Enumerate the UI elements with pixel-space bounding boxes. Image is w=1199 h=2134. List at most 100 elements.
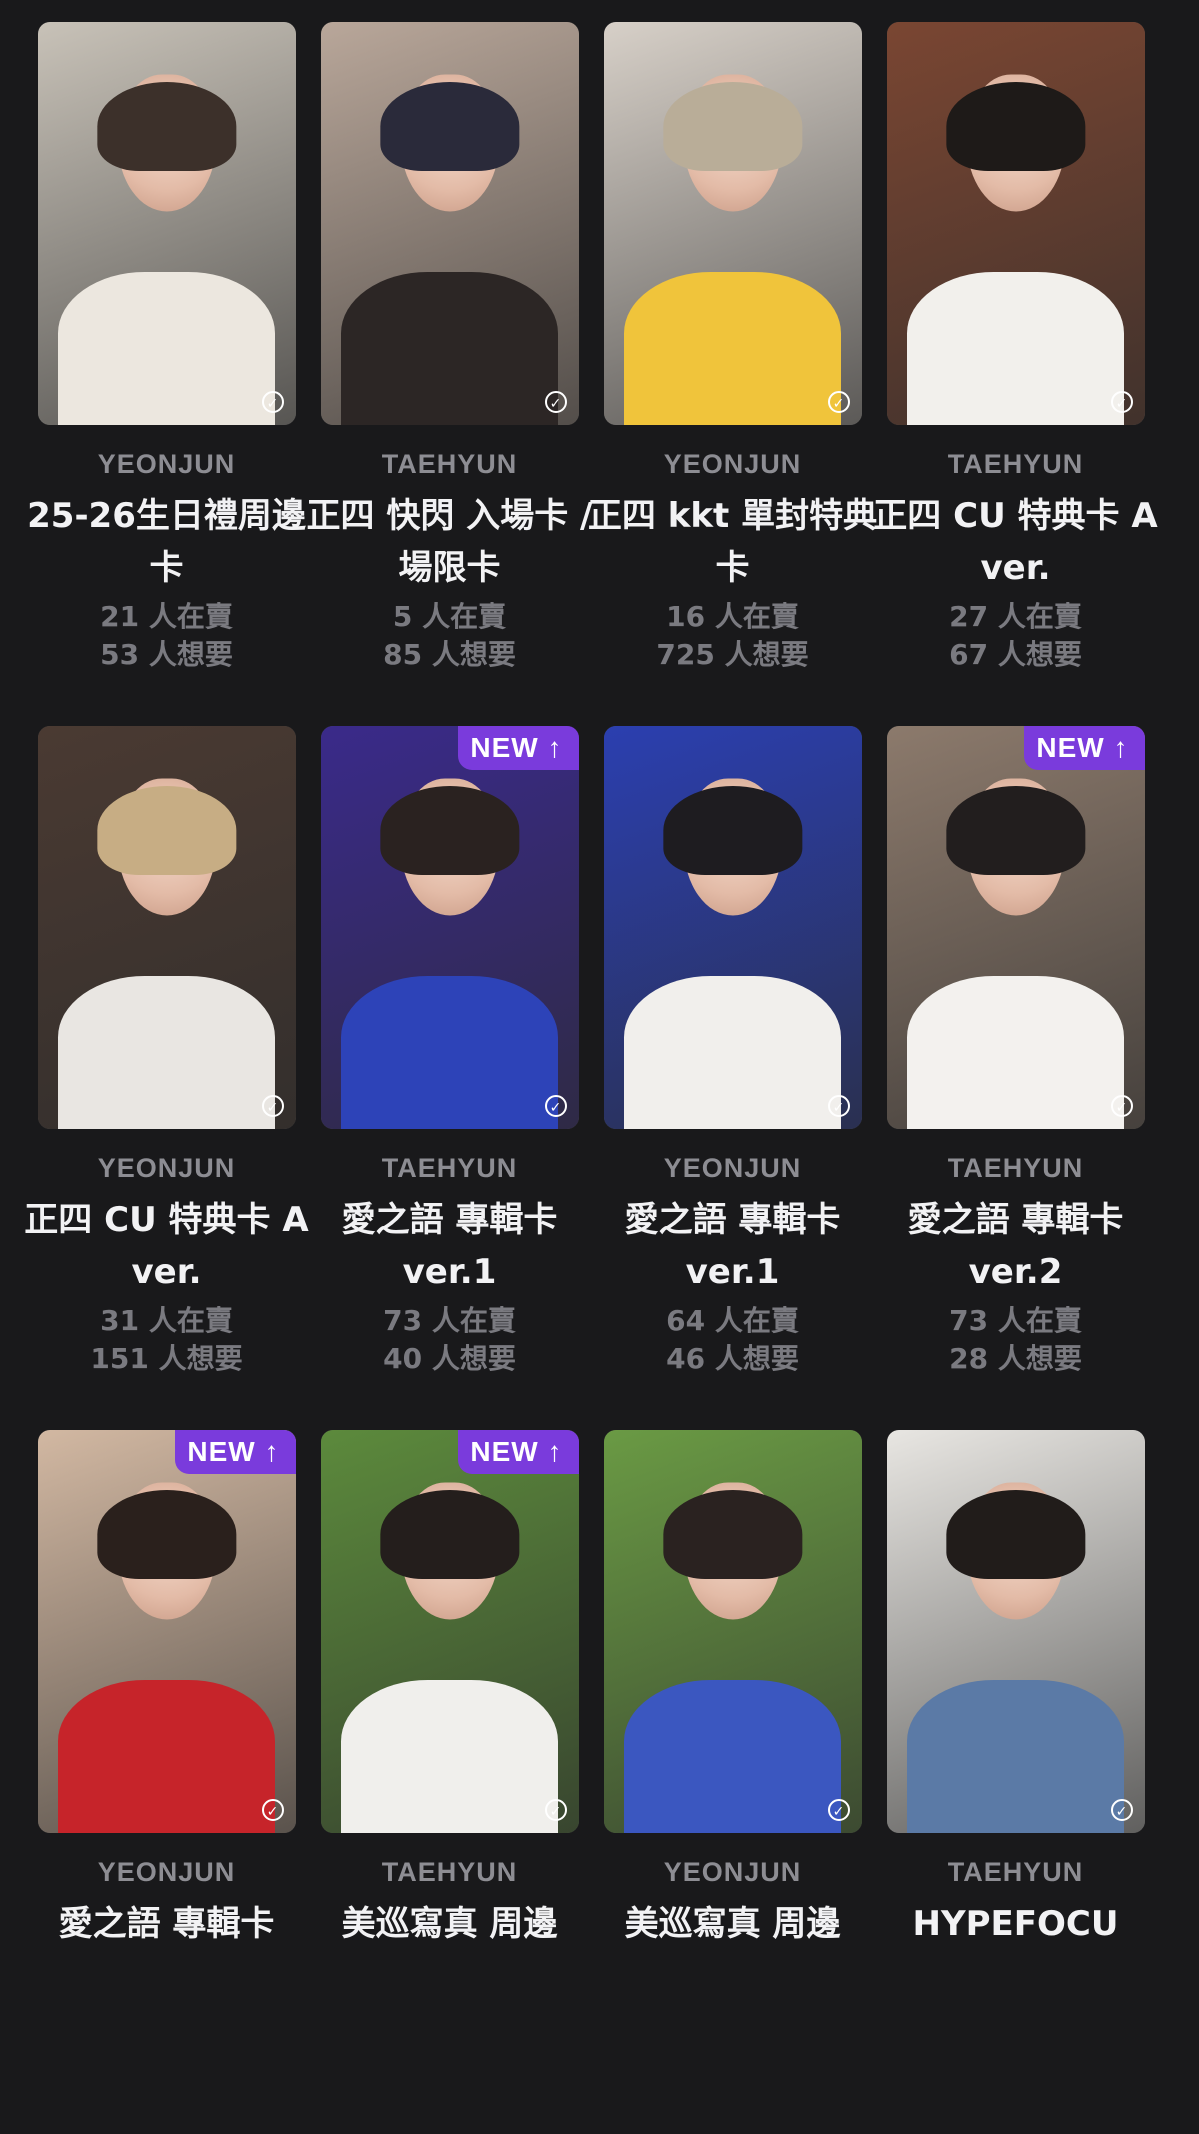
check-circle-icon[interactable]: ✓ xyxy=(544,391,567,413)
card-stats: 27 人在賣 67 人想要 xyxy=(949,598,1082,674)
photo-shirt xyxy=(58,1679,275,1833)
photocard-image[interactable]: NEW ↑ ✓ xyxy=(320,1430,579,1833)
selling-count: 21 人在賣 xyxy=(100,600,233,633)
artist-name: TAEHYUN xyxy=(381,1857,518,1887)
photocard-image[interactable]: NEW ↑ ✓ xyxy=(886,726,1145,1129)
artist-name: TAEHYUN xyxy=(947,1857,1084,1887)
check-circle-icon[interactable]: ✓ xyxy=(1110,1799,1133,1821)
photo-hair xyxy=(945,82,1086,172)
photocard-item[interactable]: ✓ YEONJUN 正四 CU 特典卡 A ver. 31 人在賣 151 人想要 xyxy=(24,726,309,1430)
new-badge: NEW ↑ xyxy=(458,1430,579,1474)
photocard-image[interactable]: ✓ xyxy=(886,1430,1145,1833)
card-stats: 64 人在賣 46 人想要 xyxy=(666,1302,799,1378)
check-circle-icon[interactable]: ✓ xyxy=(544,1095,567,1117)
photo-shirt xyxy=(907,271,1124,425)
photo-shirt xyxy=(58,271,275,425)
selling-count: 27 人在賣 xyxy=(949,600,1082,633)
artist-name: YEONJUN xyxy=(97,1857,236,1887)
check-circle-icon[interactable]: ✓ xyxy=(827,1095,850,1117)
photo-hair xyxy=(96,786,237,876)
wanting-count: 53 人想要 xyxy=(100,638,233,671)
check-circle-icon[interactable]: ✓ xyxy=(544,1799,567,1821)
photocard-item[interactable]: ✓ TAEHYUN 正四 CU 特典卡 A ver. 27 人在賣 67 人想要 xyxy=(873,22,1158,726)
photocard-image[interactable]: ✓ xyxy=(603,726,862,1129)
photocard-image[interactable]: ✓ xyxy=(37,22,296,425)
photocard-item[interactable]: ✓ YEONJUN 正四 kkt 單封特典卡 16 人在賣 725 人想要 xyxy=(588,22,877,726)
card-title[interactable]: 愛之語 專輯卡 ver.1 xyxy=(588,1194,878,1298)
check-circle-icon[interactable]: ✓ xyxy=(827,391,850,413)
artist-name: YEONJUN xyxy=(663,449,802,479)
check-circle-icon[interactable]: ✓ xyxy=(261,1095,284,1117)
photo-shirt xyxy=(624,975,841,1129)
photo-hair xyxy=(379,82,520,172)
selling-count: 73 人在賣 xyxy=(949,1304,1082,1337)
check-circle-icon[interactable]: ✓ xyxy=(827,1799,850,1821)
selling-count: 64 人在賣 xyxy=(666,1304,799,1337)
card-title[interactable]: 愛之語 專輯卡 ver.1 xyxy=(305,1194,595,1298)
wanting-count: 28 人想要 xyxy=(949,1342,1082,1375)
wanting-count: 46 人想要 xyxy=(666,1342,799,1375)
card-title[interactable]: 美巡寫真 周邊 xyxy=(305,1898,595,1950)
card-title[interactable]: 正四 CU 特典卡 A ver. xyxy=(22,1194,312,1298)
card-stats: 5 人在賣 85 人想要 xyxy=(383,598,516,674)
card-title[interactable]: 25-26生日禮周邊卡 xyxy=(22,490,312,594)
wanting-count: 151 人想要 xyxy=(90,1342,243,1375)
artist-name: TAEHYUN xyxy=(381,449,518,479)
artist-name: YEONJUN xyxy=(97,449,236,479)
card-title[interactable]: HYPEFOCU xyxy=(871,1898,1161,1950)
photo-hair xyxy=(662,786,803,876)
check-circle-icon[interactable]: ✓ xyxy=(1110,1095,1133,1117)
photocard-image[interactable]: ✓ xyxy=(37,726,296,1129)
wanting-count: 725 人想要 xyxy=(656,638,809,671)
photocard-item[interactable]: ✓ TAEHYUN HYPEFOCU xyxy=(886,1430,1145,2134)
selling-count: 31 人在賣 xyxy=(100,1304,233,1337)
photocard-item[interactable]: NEW ↑ ✓ TAEHYUN 愛之語 專輯卡 ver.1 73 人在賣 40 人想要 xyxy=(320,726,579,1430)
photo-hair xyxy=(379,1490,520,1580)
photocard-grid: ✓ YEONJUN 25-26生日禮周邊卡 21 人在賣 53 人想要 ✓ TAEHYUN 正… xyxy=(24,22,1158,2134)
card-title[interactable]: 愛之語 專輯卡 ver.2 xyxy=(871,1194,1161,1298)
photo-shirt xyxy=(907,1679,1124,1833)
photocard-image[interactable]: ✓ xyxy=(886,22,1145,425)
selling-count: 16 人在賣 xyxy=(666,600,799,633)
card-stats: 16 人在賣 725 人想要 xyxy=(656,598,808,674)
photo-hair xyxy=(945,786,1086,876)
check-circle-icon[interactable]: ✓ xyxy=(261,1799,284,1821)
photocard-image[interactable]: NEW ↑ ✓ xyxy=(320,726,579,1129)
selling-count: 5 人在賣 xyxy=(392,600,507,633)
card-stats: 21 人在賣 53 人想要 xyxy=(100,598,233,674)
photo-shirt xyxy=(624,1679,841,1833)
wanting-count: 67 人想要 xyxy=(949,638,1082,671)
photocard-item[interactable]: ✓ YEONJUN 美巡寫真 周邊 xyxy=(603,1430,862,2134)
artist-name: YEONJUN xyxy=(97,1153,236,1183)
photocard-image[interactable]: ✓ xyxy=(320,22,579,425)
artist-name: YEONJUN xyxy=(663,1857,802,1887)
card-title[interactable]: 正四 快閃 入場卡 / 場限卡 xyxy=(305,490,595,594)
card-title[interactable]: 愛之語 專輯卡 xyxy=(22,1898,312,1950)
photo-shirt xyxy=(58,975,275,1129)
check-circle-icon[interactable]: ✓ xyxy=(261,391,284,413)
photo-hair xyxy=(662,1490,803,1580)
photocard-item[interactable]: ✓ YEONJUN 25-26生日禮周邊卡 21 人在賣 53 人想要 xyxy=(27,22,306,726)
photo-shirt xyxy=(624,271,841,425)
photocard-image[interactable]: ✓ xyxy=(603,22,862,425)
new-badge: NEW ↑ xyxy=(458,726,579,770)
check-circle-icon[interactable]: ✓ xyxy=(1110,391,1133,413)
photocard-item[interactable]: ✓ YEONJUN 愛之語 專輯卡 ver.1 64 人在賣 46 人想要 xyxy=(603,726,862,1430)
photocard-image[interactable]: NEW ↑ ✓ xyxy=(37,1430,296,1833)
photo-shirt xyxy=(341,271,558,425)
photo-shirt xyxy=(341,1679,558,1833)
card-stats: 73 人在賣 28 人想要 xyxy=(949,1302,1082,1378)
card-title[interactable]: 正四 CU 特典卡 A ver. xyxy=(871,490,1161,594)
photocard-item[interactable]: NEW ↑ ✓ TAEHYUN 愛之語 專輯卡 ver.2 73 人在賣 28 人想要 xyxy=(886,726,1145,1430)
card-title[interactable]: 美巡寫真 周邊 xyxy=(588,1898,878,1950)
selling-count: 73 人在賣 xyxy=(383,1304,516,1337)
photocard-image[interactable]: ✓ xyxy=(603,1430,862,1833)
photocard-item[interactable]: ✓ TAEHYUN 正四 快閃 入場卡 / 場限卡 5 人在賣 85 人想要 xyxy=(307,22,592,726)
photocard-item[interactable]: NEW ↑ ✓ TAEHYUN 美巡寫真 周邊 xyxy=(320,1430,579,2134)
photo-shirt xyxy=(907,975,1124,1129)
photocard-item[interactable]: NEW ↑ ✓ YEONJUN 愛之語 專輯卡 xyxy=(37,1430,296,2134)
photo-hair xyxy=(96,82,237,172)
artist-name: TAEHYUN xyxy=(947,1153,1084,1183)
wanting-count: 85 人想要 xyxy=(383,638,516,671)
card-title[interactable]: 正四 kkt 單封特典卡 xyxy=(588,490,878,594)
